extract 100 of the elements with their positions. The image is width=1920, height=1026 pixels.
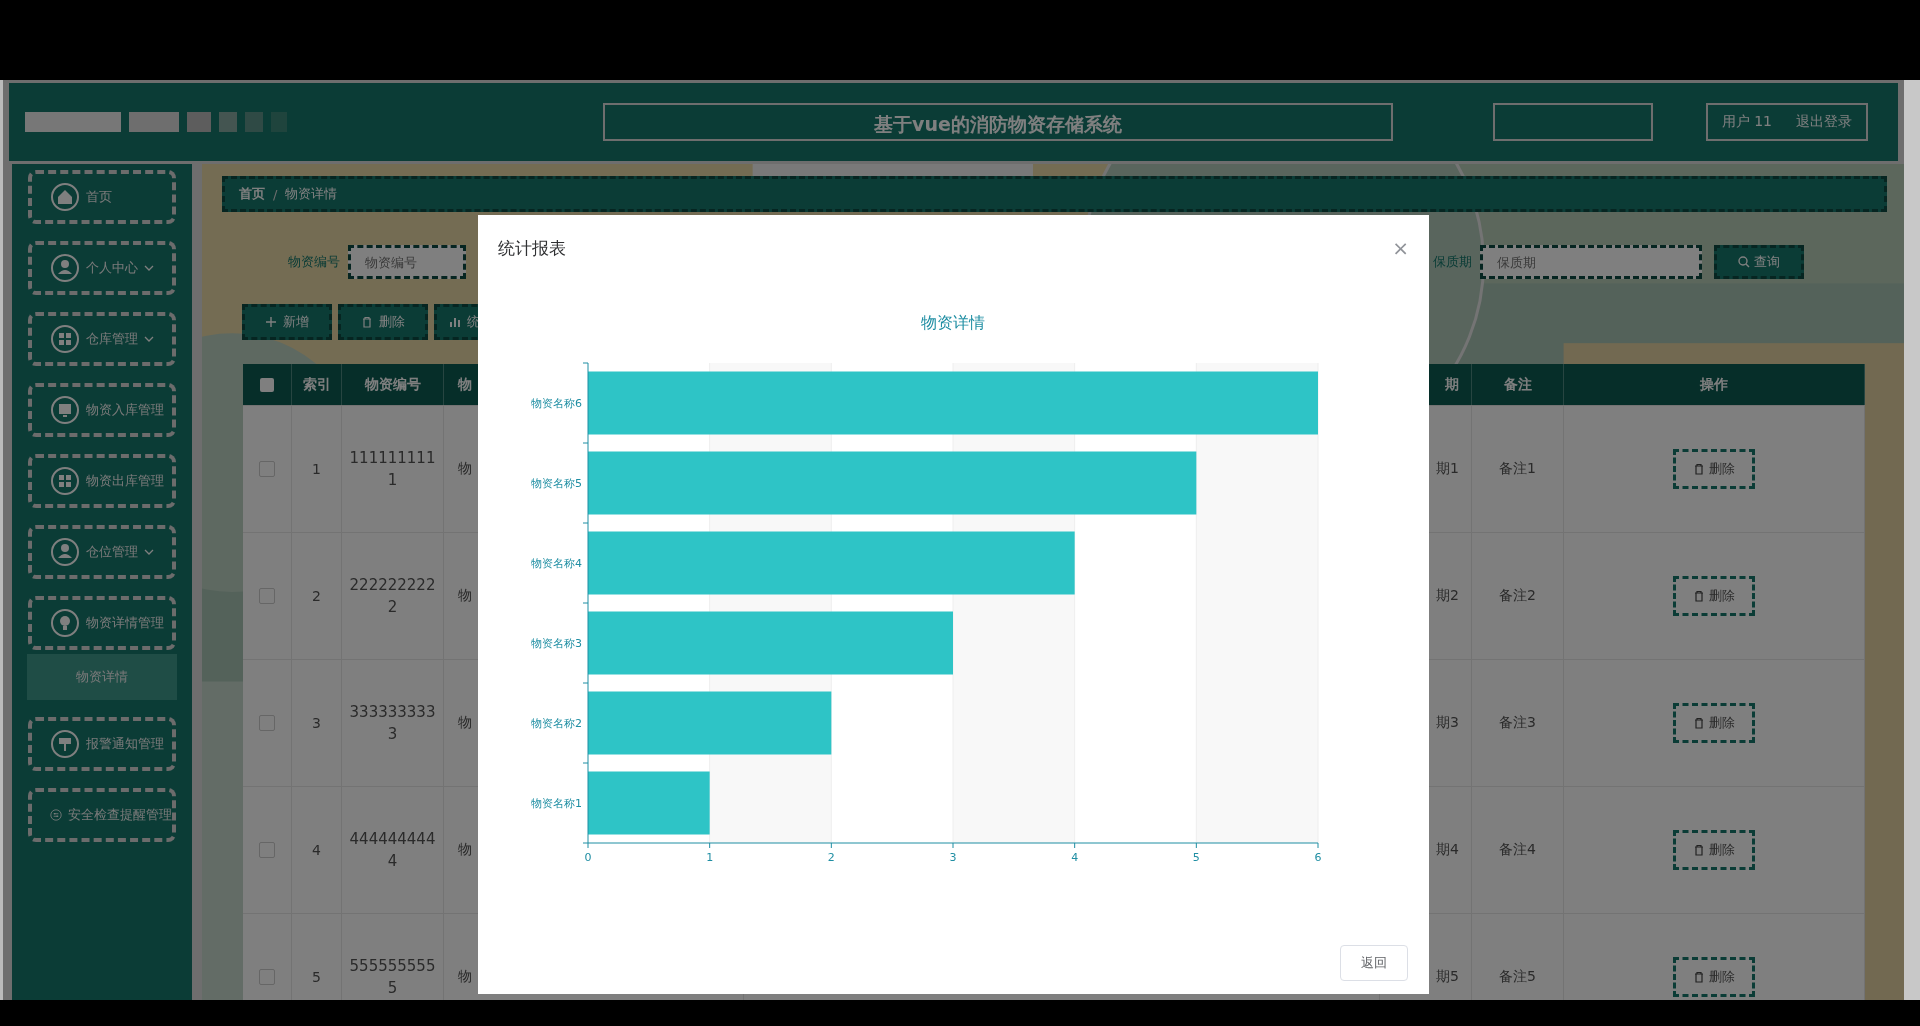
search-field[interactable]: 物资编号 <box>348 245 466 279</box>
column-header: 备注 <box>1472 364 1564 405</box>
search-icon <box>1738 256 1750 268</box>
chevron-icon <box>144 264 154 272</box>
table-cell: 3 <box>292 660 342 786</box>
menu-label: 物资出库管理 <box>86 472 164 490</box>
user-icon <box>50 537 80 567</box>
delete-button[interactable]: 删除 <box>1673 957 1755 997</box>
table-cell: 备注4 <box>1472 787 1564 913</box>
chevron-icon <box>144 548 154 556</box>
table-cell: 5555555555 <box>342 914 444 1000</box>
tick-label: 4 <box>1071 851 1079 864</box>
trash-icon <box>361 316 373 328</box>
tick-label: 0 <box>584 851 592 864</box>
table-cell: 备注1 <box>1472 406 1564 532</box>
menu-item[interactable]: 安全检查提醒管理 <box>28 788 176 842</box>
axis-label: 物资名称1 <box>531 797 582 810</box>
menu-item[interactable]: 物资入库管理 <box>28 383 176 437</box>
menu-item[interactable]: 物资出库管理 <box>28 454 176 508</box>
bulb-icon <box>50 608 80 638</box>
menu-item[interactable]: 仓位管理 <box>28 525 176 579</box>
tick-label: 5 <box>1192 851 1200 864</box>
column-header: 物资编号 <box>342 364 444 405</box>
system-title: 基于vue的消防物资存储系统 <box>603 103 1393 141</box>
search-button[interactable]: 查询 <box>1714 245 1804 279</box>
row-checkbox[interactable] <box>259 588 275 604</box>
trash-icon <box>1693 590 1705 602</box>
table-cell: 4 <box>292 787 342 913</box>
table-cell: 3333333333 <box>342 660 444 786</box>
logo-block <box>129 112 179 132</box>
bar-chart-icon <box>449 316 461 328</box>
delete-button[interactable]: 删除 <box>1673 449 1755 489</box>
toolbar-button[interactable]: 新增 <box>242 304 332 340</box>
axis-label: 物资名称3 <box>531 637 582 650</box>
select-all-checkbox[interactable] <box>260 377 274 392</box>
delete-button[interactable]: 删除 <box>1673 703 1755 743</box>
axis-label: 物资名称5 <box>531 477 582 490</box>
logo-block <box>187 112 211 132</box>
delete-button[interactable]: 删除 <box>1673 830 1755 870</box>
tick-label: 6 <box>1314 851 1322 864</box>
row-checkbox[interactable] <box>259 461 275 477</box>
menu-item[interactable]: 首页 <box>28 170 176 224</box>
breadcrumb-item[interactable]: 首页 <box>239 185 265 203</box>
dialog-title: 统计报表 <box>498 236 566 260</box>
menu-item[interactable]: 个人中心 <box>28 241 176 295</box>
menu-label: 物资入库管理 <box>86 401 164 419</box>
search-field[interactable]: 保质期 <box>1480 245 1702 279</box>
menu-label: 首页 <box>86 188 112 206</box>
column-header: 索引 <box>292 364 342 405</box>
row-checkbox[interactable] <box>259 842 275 858</box>
table-cell: 备注5 <box>1472 914 1564 1000</box>
trash-icon <box>1693 971 1705 983</box>
table-cell: 备注3 <box>1472 660 1564 786</box>
plus-icon <box>265 316 277 328</box>
field-label: 保质期 <box>1433 253 1472 271</box>
table-cell: 1111111111 <box>342 406 444 532</box>
menu-label: 安全检查提醒管理 <box>68 806 172 824</box>
submenu-item[interactable]: 物资详情 <box>27 654 177 700</box>
menu-item[interactable]: 物资详情管理 <box>28 596 176 650</box>
chevron-icon <box>144 335 154 343</box>
tick-label: 2 <box>827 851 835 864</box>
sign-icon <box>50 729 80 759</box>
trash-icon <box>1693 463 1705 475</box>
logo-block <box>245 112 263 132</box>
table-cell: 4444444444 <box>342 787 444 913</box>
table-cell: 2 <box>292 533 342 659</box>
close-button[interactable]: × <box>1392 236 1409 260</box>
monitor-icon <box>50 395 80 425</box>
breadcrumb-separator: / <box>273 186 278 202</box>
menu-item[interactable]: 报警通知管理 <box>28 717 176 771</box>
tick-label: 1 <box>706 851 714 864</box>
trash-icon <box>1693 717 1705 729</box>
logo-block <box>219 112 237 132</box>
user-name: 用户 11 <box>1721 113 1772 131</box>
field-label: 物资编号 <box>288 253 340 271</box>
axis-label: 物资名称4 <box>531 557 582 570</box>
table-cell: 5 <box>292 914 342 1000</box>
menu-item[interactable]: 仓库管理 <box>28 312 176 366</box>
chart-title: 物资详情 <box>921 313 985 332</box>
menu-label: 物资详情管理 <box>86 614 164 632</box>
user-icon <box>50 253 80 283</box>
menu-label: 个人中心 <box>86 259 138 277</box>
logout-link[interactable]: 退出登录 <box>1796 113 1852 131</box>
table-cell: 2222222222 <box>342 533 444 659</box>
delete-button[interactable]: 删除 <box>1673 576 1755 616</box>
row-checkbox[interactable] <box>259 969 275 985</box>
row-checkbox[interactable] <box>259 715 275 731</box>
menu-label: 仓位管理 <box>86 543 138 561</box>
grid-icon <box>50 466 80 496</box>
menu-label: 仓库管理 <box>86 330 138 348</box>
tick-label: 3 <box>949 851 957 864</box>
back-button[interactable]: 返回 <box>1340 945 1408 981</box>
trash-icon <box>1693 844 1705 856</box>
home-icon <box>50 182 80 212</box>
toolbar-button[interactable]: 删除 <box>338 304 428 340</box>
column-header: 操作 <box>1564 364 1865 405</box>
axis-label: 物资名称2 <box>531 717 582 730</box>
table-cell: 备注2 <box>1472 533 1564 659</box>
grid-icon <box>50 324 80 354</box>
breadcrumb-item: 物资详情 <box>285 185 338 203</box>
